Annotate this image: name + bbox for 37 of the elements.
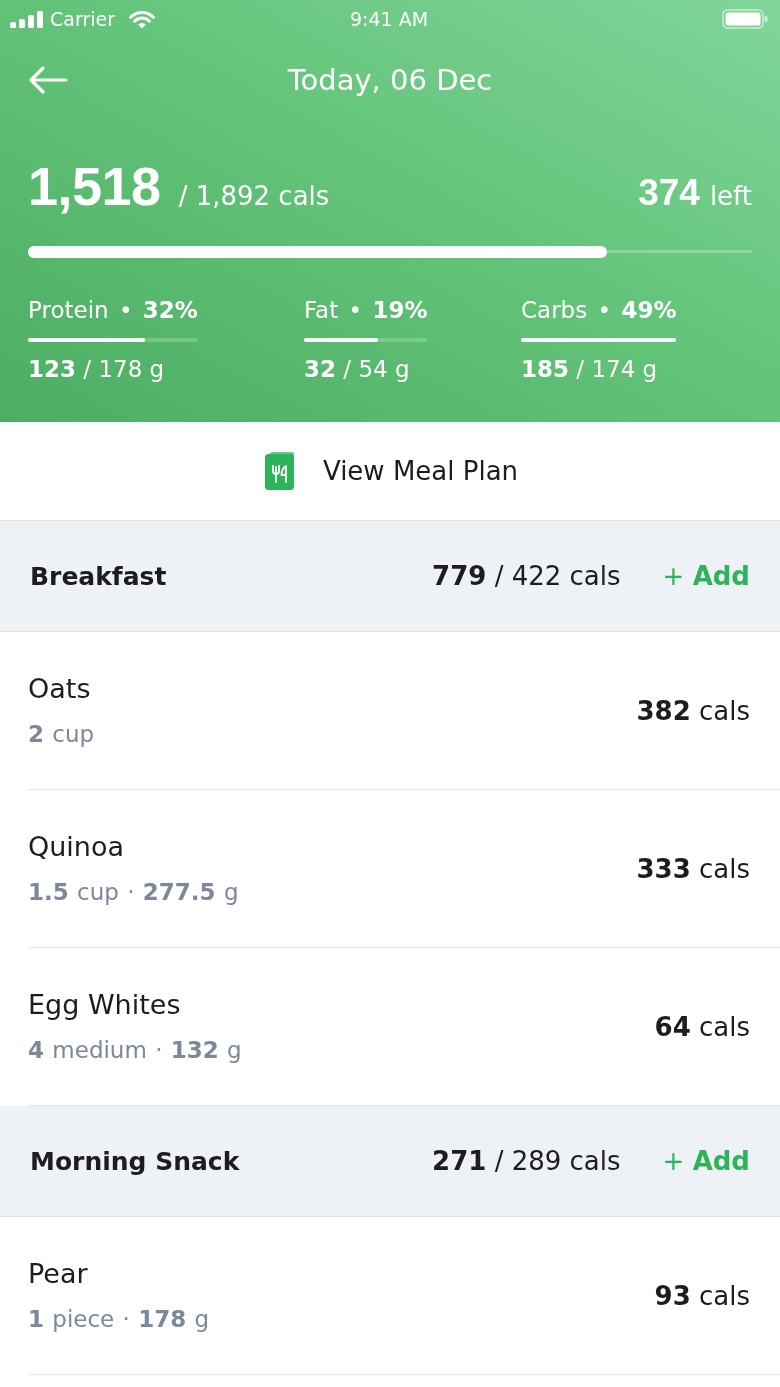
macro-amount: 32 / 54 g bbox=[304, 355, 410, 384]
battery-icon bbox=[722, 9, 768, 29]
macro-label: Carbs • 49% bbox=[521, 296, 677, 324]
food-portion: 1 piece · 178 g bbox=[28, 1305, 210, 1334]
signal-icon bbox=[10, 10, 44, 28]
calories-remaining: 374 bbox=[638, 172, 700, 214]
remaining-label: left bbox=[709, 181, 752, 211]
meal-calories: 271 / 289 cals bbox=[432, 1146, 621, 1176]
macro-label: Fat • 19% bbox=[304, 296, 428, 324]
meal-name: Breakfast bbox=[30, 561, 167, 591]
food-portion: 2 cup bbox=[28, 720, 95, 749]
food-calories: 333 cals bbox=[636, 853, 750, 884]
back-arrow-icon[interactable] bbox=[28, 65, 68, 95]
food-name: Egg Whites bbox=[28, 988, 181, 1022]
screen-title: Today, 06 Dec bbox=[287, 63, 493, 97]
food-calories: 64 cals bbox=[654, 1011, 750, 1042]
macro-amount: 185 / 174 g bbox=[521, 355, 658, 384]
meal-calories: 779 / 422 cals bbox=[432, 561, 621, 591]
food-portion: 4 medium · 132 g bbox=[28, 1036, 242, 1065]
food-name: Quinoa bbox=[28, 830, 125, 864]
macro-label: Protein • 32% bbox=[28, 296, 198, 324]
food-name: Pear bbox=[28, 1257, 88, 1291]
meal-name: Morning Snack bbox=[30, 1146, 240, 1176]
add-button[interactable]: + Add bbox=[662, 561, 750, 591]
food-calories: 382 cals bbox=[636, 695, 750, 726]
food-calories: 93 cals bbox=[654, 1280, 750, 1311]
food-portion: 1.5 cup · 277.5 g bbox=[28, 878, 239, 907]
add-button[interactable]: + Add bbox=[662, 1146, 750, 1176]
food-name: Oats bbox=[28, 672, 91, 706]
carrier-name: Carrier bbox=[50, 8, 115, 30]
calories-goal: / 1,892 cals bbox=[178, 181, 330, 211]
macro-amount: 123 / 178 g bbox=[28, 355, 165, 384]
view-meal-plan-button[interactable]: View Meal Plan bbox=[264, 452, 519, 490]
clock-time: 9:41 AM bbox=[349, 8, 429, 30]
calories-consumed: 1,518 bbox=[28, 159, 161, 213]
fork-knife-icon bbox=[264, 452, 295, 490]
wifi-icon bbox=[129, 9, 155, 29]
